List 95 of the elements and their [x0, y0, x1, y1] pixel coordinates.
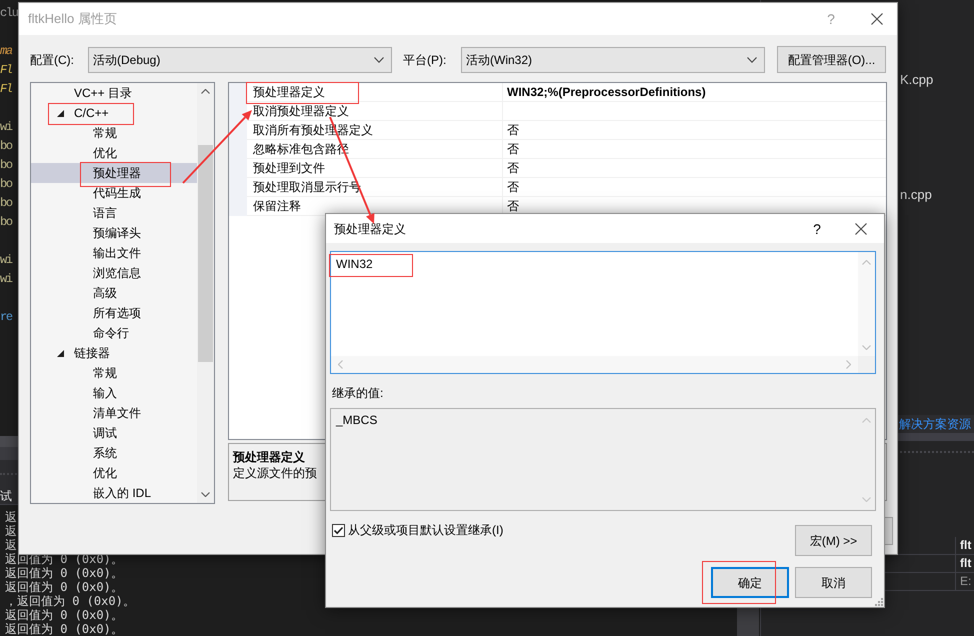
tree-item[interactable]: 输出文件	[31, 243, 197, 263]
chevron-down-icon	[747, 56, 757, 62]
code-text: wi	[0, 271, 12, 288]
property-name[interactable]: 预处理器定义	[253, 86, 325, 98]
property-name[interactable]: 保留注释	[253, 200, 301, 212]
code-text: Fl	[0, 81, 12, 98]
code-text: wi	[0, 252, 12, 269]
tree-item[interactable]: 优化	[31, 143, 197, 163]
tree-item[interactable]: 常规	[31, 363, 197, 383]
cancel-button[interactable]: 取消	[795, 567, 872, 598]
scroll-right-icon[interactable]	[846, 360, 851, 369]
configuration-dropdown[interactable]: 活动(Debug)	[88, 46, 392, 72]
code-text: bo	[0, 176, 12, 193]
resize-grip-icon[interactable]	[874, 597, 883, 606]
property-value[interactable]: 否	[507, 143, 519, 155]
tree-item[interactable]: 命令行	[31, 323, 197, 343]
property-name[interactable]: 取消预处理器定义	[253, 105, 349, 117]
description-text: 定义源文件的预	[233, 465, 317, 481]
output-line: 返回值为 0 (0x0)。	[5, 608, 123, 622]
window-title: fltkHello 属性页	[28, 11, 117, 27]
tree-item[interactable]: 嵌入的 IDL	[31, 483, 197, 503]
chevron-down-icon	[374, 56, 384, 62]
tree-item[interactable]: 预处理器	[31, 163, 197, 183]
property-value: E:	[960, 573, 972, 590]
checkbox-label[interactable]: 从父级或项目默认设置继承(I)	[348, 522, 504, 538]
tree-item[interactable]: 代码生成	[31, 183, 197, 203]
tree-item[interactable]: 链接器	[31, 343, 197, 363]
property-value: flt	[960, 537, 972, 554]
scrollbar-thumb[interactable]	[198, 145, 213, 362]
close-icon[interactable]	[855, 222, 867, 234]
output-line: 返回值为 0 (0x0)。	[5, 566, 123, 580]
configuration-manager-button[interactable]: 配置管理器(O)...	[777, 46, 886, 73]
output-line: 返	[5, 524, 17, 538]
tree-item[interactable]: 高级	[31, 283, 197, 303]
tree-item[interactable]: 调试	[31, 423, 197, 443]
button-edge	[885, 517, 893, 545]
ok-button[interactable]: 确定	[711, 567, 789, 598]
code-text: ma	[0, 43, 12, 60]
description-title: 预处理器定义	[233, 449, 305, 465]
field-label: 配置(C):	[30, 52, 74, 68]
panel-tab[interactable]: 解决方案资源	[899, 417, 971, 431]
help-button[interactable]: ?	[807, 218, 827, 238]
platform-dropdown[interactable]: 活动(Win32)	[461, 46, 765, 72]
property-value[interactable]: 否	[507, 181, 519, 193]
tree-item[interactable]: 系统	[31, 443, 197, 463]
tree-item[interactable]: C/C++	[31, 103, 197, 123]
property-value: flt	[960, 555, 972, 572]
tree-item[interactable]: VC++ 目录	[31, 83, 197, 103]
file-name[interactable]: n.cpp	[900, 187, 932, 203]
macros-button[interactable]: 宏(M) >>	[795, 525, 872, 556]
property-value[interactable]: 否	[507, 200, 519, 212]
field-label: 平台(P):	[403, 52, 446, 68]
tree-item[interactable]: 清单文件	[31, 403, 197, 423]
scroll-left-icon[interactable]	[338, 360, 343, 369]
row-header[interactable]	[229, 102, 247, 121]
tree-item[interactable]: 所有选项	[31, 303, 197, 323]
code-text: re	[0, 309, 12, 326]
horizontal-scrollbar[interactable]	[331, 356, 858, 373]
file-name[interactable]: K.cpp	[900, 72, 934, 88]
output-line: ，返回值为 0 (0x0)。	[5, 594, 135, 608]
property-value[interactable]: 否	[507, 162, 519, 174]
scrollbar-corner	[858, 356, 875, 373]
code-text: bo	[0, 214, 12, 231]
output-line: 返回值为 0 (0x0)。	[5, 580, 123, 594]
field-label: 继承的值:	[332, 385, 384, 401]
output-line: 返	[5, 510, 17, 524]
property-name[interactable]: 预处理到文件	[253, 162, 325, 174]
tree-item[interactable]: 优化	[31, 463, 197, 483]
output-line: 返回值为 0 (0x0)。	[5, 622, 123, 636]
code-text: clu	[0, 5, 18, 22]
code-text: bo	[0, 138, 12, 155]
property-value[interactable]: WIN32;%(PreprocessorDefinitions)	[507, 86, 706, 98]
code-text: wi	[0, 119, 12, 136]
window-title: 预处理器定义	[334, 220, 406, 236]
tree-item[interactable]: 预编译头	[31, 223, 197, 243]
code-text: bo	[0, 157, 12, 174]
checkbox[interactable]	[332, 524, 345, 536]
code-text: Fl	[0, 62, 12, 79]
scroll-down-icon[interactable]	[201, 492, 210, 497]
inherited-values-field[interactable]: _MBCS	[330, 408, 876, 511]
vertical-scrollbar[interactable]	[197, 83, 214, 503]
tree-item[interactable]: 常规	[31, 123, 197, 143]
output-line: 返	[5, 538, 17, 552]
close-icon[interactable]	[871, 13, 883, 25]
tree-item[interactable]: 语言	[31, 203, 197, 223]
expanded-triangle-icon[interactable]	[57, 110, 64, 116]
definitions-field[interactable]: WIN32	[330, 251, 876, 374]
tree-item[interactable]: 浏览信息	[31, 263, 197, 283]
tree-item[interactable]: 输入	[31, 383, 197, 403]
property-value[interactable]: 否	[507, 124, 519, 136]
scroll-up-icon[interactable]	[201, 89, 210, 94]
row-header[interactable]	[229, 83, 247, 102]
expanded-triangle-icon[interactable]	[57, 350, 64, 356]
panel-tab[interactable]: 试	[0, 488, 12, 502]
code-text: bo	[0, 195, 12, 212]
